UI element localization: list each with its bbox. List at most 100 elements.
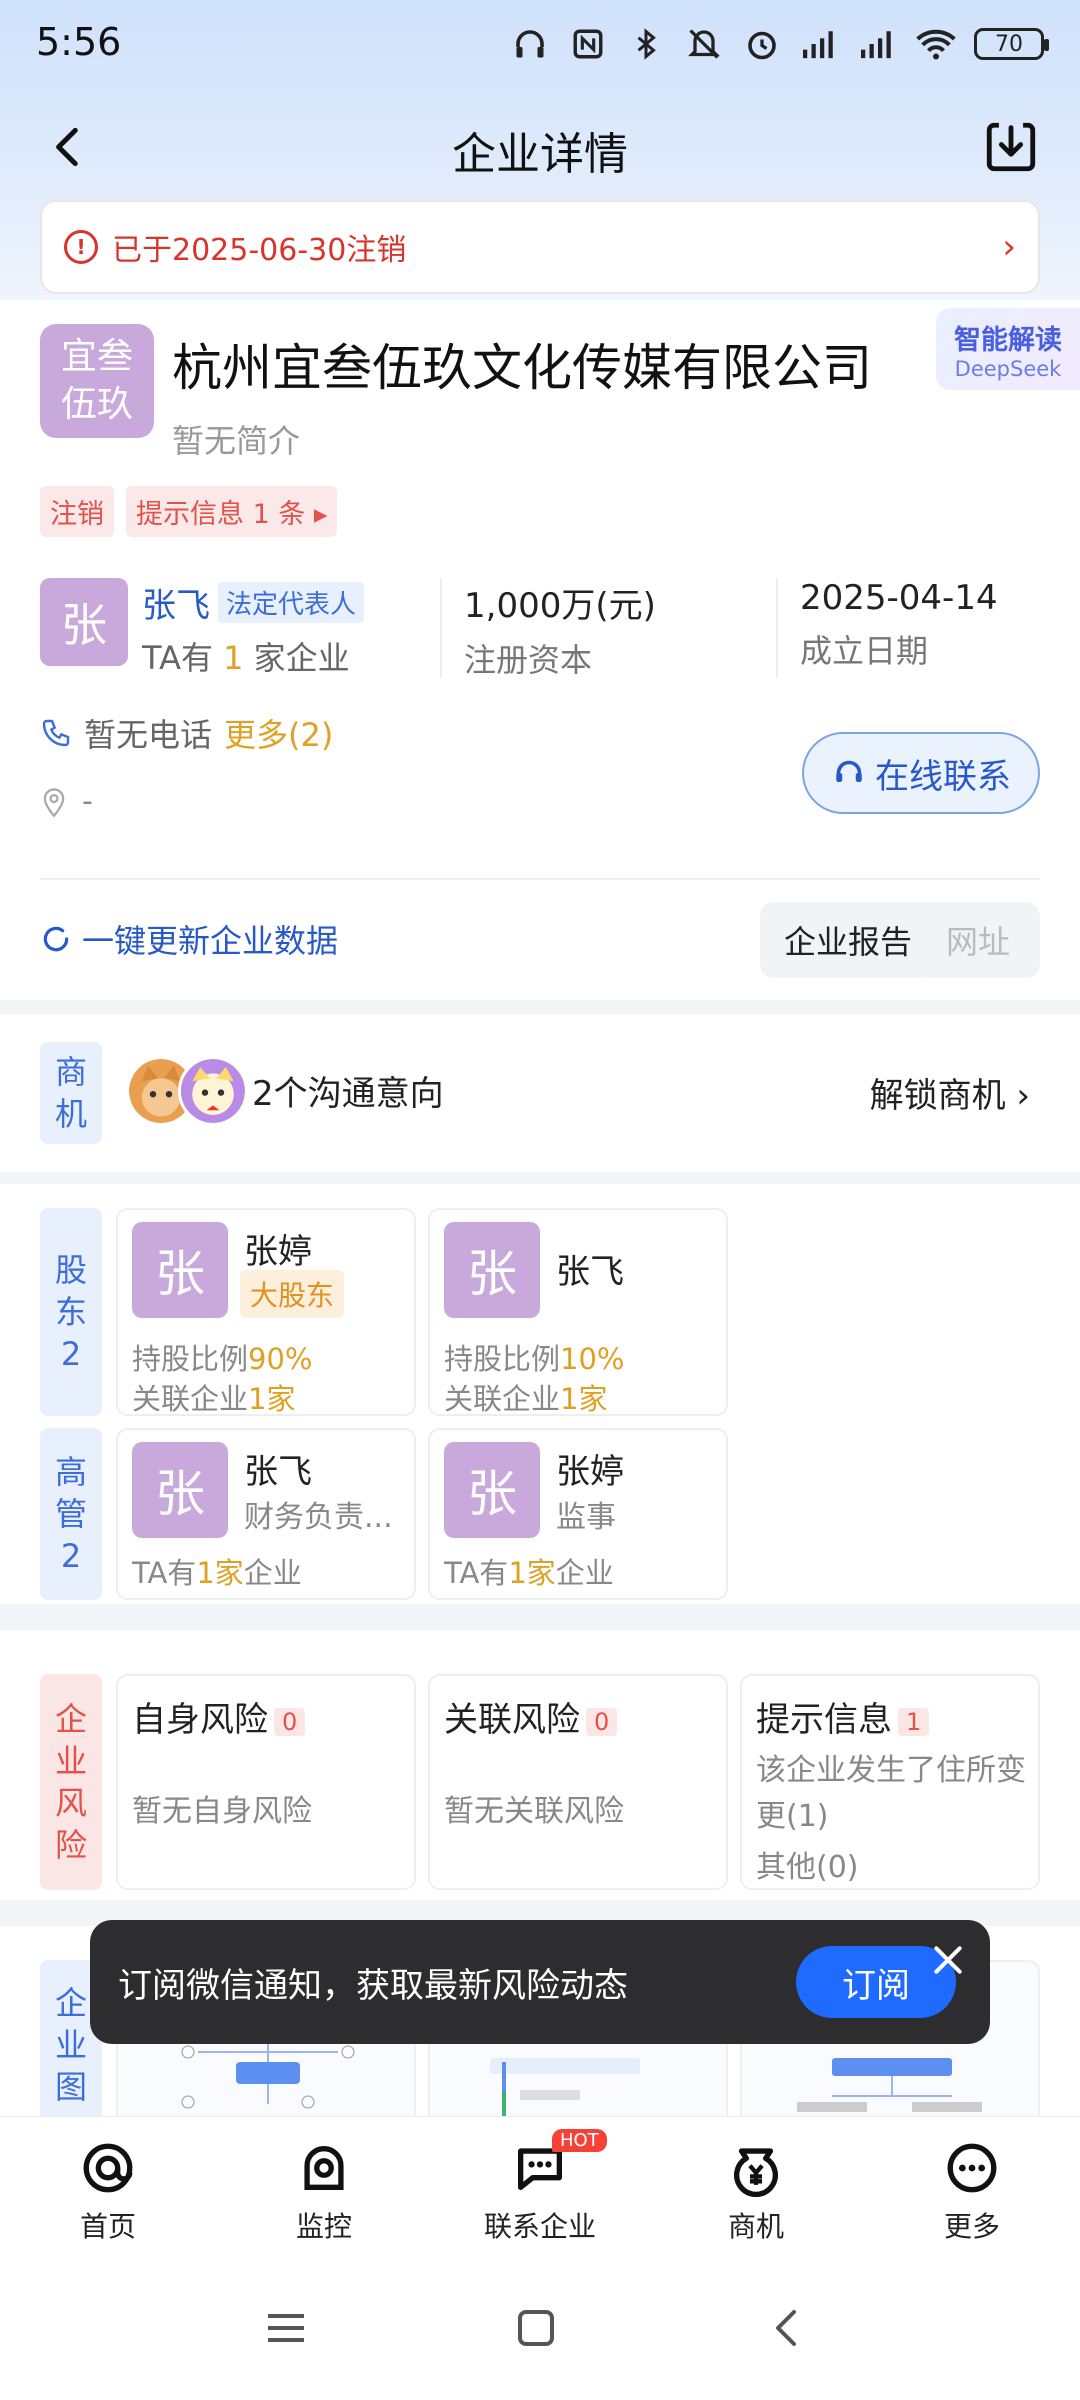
ai-interpret-button[interactable]: 智能解读 DeepSeek — [936, 308, 1080, 390]
related-risk-title: 关联风险 0 — [444, 1692, 618, 1741]
shareholder-card[interactable]: 张 张飞 持股比例10% 关联企业1家 — [428, 1208, 728, 1416]
warning-icon: ! — [64, 230, 98, 264]
wifi-icon — [916, 24, 956, 64]
download-icon — [986, 122, 1036, 172]
hint-info-tag[interactable]: 提示信息 1 条 ▸ — [126, 486, 338, 537]
download-button[interactable] — [982, 118, 1040, 176]
update-data-link[interactable]: 一键更新企业数据 — [40, 916, 338, 962]
avatar: 张 — [132, 1442, 228, 1538]
tab-opportunity[interactable]: 商机 — [648, 2117, 864, 2256]
signal-hd-icon-2 — [858, 24, 898, 64]
capital-label: 注册资本 — [464, 641, 593, 679]
tab-label: 联系企业 — [483, 2210, 596, 2243]
related-risk-card[interactable]: 关联风险 0 暂无关联风险 — [428, 1674, 728, 1890]
refresh-icon — [43, 926, 69, 952]
ratio-value: 10% — [560, 1342, 625, 1376]
side-label-char: 股 — [54, 1251, 87, 1289]
related-risk-count: 0 — [586, 1707, 618, 1736]
phone-text: 暂无电话 — [84, 716, 213, 754]
chevron-right-icon: › — [1002, 227, 1016, 267]
nfc-icon — [568, 24, 608, 64]
risk-side-label: 企 业 风 险 — [40, 1674, 102, 1890]
ratio-value: 90% — [248, 1342, 313, 1376]
battery-icon: 70 — [974, 28, 1049, 60]
companies-suffix: 家企业 — [253, 639, 350, 677]
related-companies: 关联企业1家 — [444, 1376, 607, 1418]
update-data-label: 一键更新企业数据 — [82, 922, 339, 960]
unlock-label: 解锁商机 — [869, 1076, 1006, 1116]
system-navigation-bar — [0, 2256, 1080, 2400]
tab-label: 首页 — [79, 2210, 136, 2243]
divider — [40, 878, 1040, 880]
founded-value: 2025-04-14 — [800, 578, 998, 618]
self-risk-count: 0 — [274, 1707, 306, 1736]
companies-count: 1家 — [196, 1556, 244, 1590]
logo-line-1: 宜叁 — [60, 336, 133, 377]
headset-icon — [836, 760, 862, 782]
side-label-char: 险 — [54, 1826, 87, 1864]
legal-representative[interactable]: 张 张飞 法定代表人 TA有 1 家企业 — [40, 578, 440, 678]
opportunity-side-label: 商 机 — [40, 1042, 102, 1144]
hint-info-text: 该企业发生了住所变更(1) — [756, 1753, 1026, 1834]
system-back-icon[interactable] — [764, 2304, 812, 2352]
executive-card[interactable]: 张 张飞 财务负责... TA有1家企业 — [116, 1428, 416, 1600]
tab-contact[interactable]: HOT 联系企业 — [432, 2117, 648, 2256]
side-label-char: 2 — [60, 1537, 82, 1575]
company-report-button[interactable]: 企业报告 — [759, 902, 936, 978]
hint-info-card[interactable]: 提示信息 1 该企业发生了住所变更(1) 其他(0) — [740, 1674, 1040, 1890]
mute-icon — [684, 24, 724, 64]
ai-sub-label: DeepSeek — [954, 356, 1062, 381]
legal-rep-name[interactable]: 张飞 — [142, 578, 210, 627]
cancellation-notice[interactable]: ! 已于2025-06-30注销 › — [40, 200, 1040, 294]
tab-monitor[interactable]: 监控 — [216, 2117, 432, 2256]
navigation-bar: 企业详情 — [0, 100, 1080, 196]
company-card: 宜叁 伍玖 杭州宜叁伍玖文化传媒有限公司 智能解读 DeepSeek 暂无简介 … — [0, 300, 1080, 1000]
website-button[interactable]: 网址 — [916, 902, 1040, 978]
self-risk-card[interactable]: 自身风险 0 暂无自身风险 — [116, 1674, 416, 1890]
toast-text: 订阅微信通知，获取最新风险动态 — [118, 1965, 628, 2006]
cartoon-cat-avatar-icon — [178, 1056, 248, 1126]
executive-card[interactable]: 张 张婷 监事 TA有1家企业 — [428, 1428, 728, 1600]
executive-companies: TA有1家企业 — [132, 1550, 302, 1592]
hint-info-tag-label: 提示信息 1 条 — [136, 499, 306, 530]
bottom-navigation: 首页 监控 HOT 联系企业 商机 更多 — [0, 2116, 1080, 2256]
opportunity-text: 2个沟通意向 — [252, 1074, 444, 1114]
online-contact-button[interactable]: 在线联系 — [802, 732, 1040, 814]
related-label: 关联企业 — [444, 1382, 561, 1416]
phone-more-link[interactable]: 更多(2) — [224, 710, 333, 756]
related-companies: 关联企业1家 — [132, 1376, 295, 1418]
shareholder-card[interactable]: 张 张婷 大股东 持股比例90% 关联企业1家 — [116, 1208, 416, 1416]
side-label-char: 业 — [54, 1742, 87, 1780]
registered-capital: 1,000万(元) 注册资本 — [440, 578, 776, 679]
page-title: 企业详情 — [452, 129, 628, 180]
menu-icon[interactable] — [262, 2304, 310, 2352]
executive-role: 监事 — [556, 1500, 616, 1535]
company-name: 杭州宜叁伍玖文化传媒有限公司 — [172, 339, 872, 397]
shareholders-side-label: 股 东 2 — [40, 1208, 102, 1416]
address-text: - — [82, 784, 93, 819]
tab-more[interactable]: 更多 — [864, 2117, 1080, 2256]
side-label-char: 商 — [54, 1053, 87, 1091]
close-icon — [934, 1946, 962, 1974]
status-time: 5:56 — [36, 20, 122, 64]
status-badge: 注销 — [40, 486, 114, 537]
hint-info-other: 其他(0) — [756, 1850, 859, 1885]
status-bar: 5:56 70 — [0, 0, 1080, 90]
ai-label: 智能解读 — [954, 324, 1062, 356]
address-row: - — [40, 784, 93, 819]
related-risk-label: 关联风险 — [444, 1700, 580, 1740]
online-contact-label: 在线联系 — [875, 756, 1011, 797]
unlock-opportunity-link[interactable]: 解锁商机 › — [870, 1068, 1030, 1117]
side-label-char: 企 — [54, 1984, 87, 2022]
side-label-char: 机 — [54, 1095, 87, 1133]
side-label-char: 东 — [54, 1293, 87, 1331]
opportunity-card[interactable]: 商 机 2个沟通意向 解锁商机 › — [0, 1014, 1080, 1172]
companies-suffix: 企业 — [555, 1556, 614, 1590]
home-square-icon[interactable] — [512, 2304, 560, 2352]
side-label-char: 高 — [54, 1453, 87, 1491]
tab-home[interactable]: 首页 — [0, 2117, 216, 2256]
legal-rep-companies: TA有 1 家企业 — [142, 633, 364, 679]
close-toast-button[interactable] — [928, 1940, 968, 1980]
notice-text: 已于2025-06-30注销 — [112, 233, 407, 268]
companies-count: 1家 — [508, 1556, 556, 1590]
